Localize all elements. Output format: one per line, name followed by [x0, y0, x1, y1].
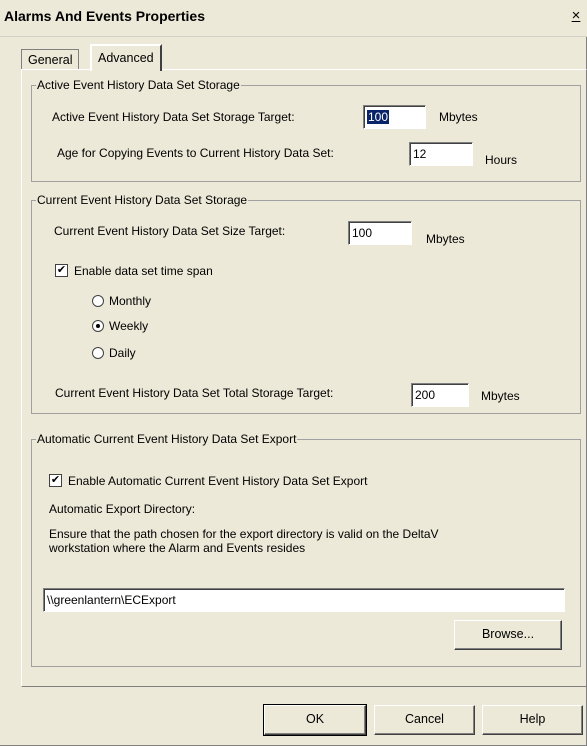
export-directory-label: Automatic Export Directory: — [49, 502, 196, 516]
radio-monthly[interactable] — [92, 295, 104, 307]
cancel-button[interactable]: Cancel — [374, 705, 475, 735]
export-legend: Automatic Current Event History Data Set… — [37, 432, 297, 446]
window-title: Alarms And Events Properties — [4, 8, 205, 24]
age-unit: Hours — [485, 153, 518, 167]
enable-time-span-label[interactable]: Enable data set time span — [74, 264, 213, 278]
radio-weekly-label[interactable]: Weekly — [109, 319, 148, 333]
age-input[interactable]: 12 — [409, 142, 473, 166]
total-target-label: Current Event History Data Set Total Sto… — [55, 386, 334, 400]
size-target-label: Current Event History Data Set Size Targ… — [54, 224, 286, 238]
export-directory-input[interactable]: \\greenlantern\ECExport — [43, 588, 565, 612]
browse-button[interactable]: Browse... — [454, 620, 562, 650]
export-note-line1: Ensure that the path chosen for the expo… — [49, 527, 439, 541]
enable-time-span-checkbox[interactable]: ✔ — [55, 264, 68, 277]
radio-weekly[interactable] — [92, 320, 104, 332]
export-note-line2: workstation where the Alarm and Events r… — [49, 541, 306, 555]
title-bar: Alarms And Events Properties × — [0, 0, 587, 37]
size-target-unit: Mbytes — [426, 232, 465, 246]
total-target-input[interactable]: 200 — [411, 383, 469, 407]
active-history-legend: Active Event History Data Set Storage — [37, 78, 240, 92]
age-label: Age for Copying Events to Current Histor… — [57, 146, 334, 160]
properties-dialog: Alarms And Events Properties × General A… — [0, 0, 587, 746]
radio-selected-dot — [96, 324, 100, 328]
radio-daily[interactable] — [92, 347, 104, 359]
ok-button[interactable]: OK — [263, 704, 367, 736]
active-storage-target-input[interactable]: 100 — [363, 105, 426, 129]
size-target-input[interactable]: 100 — [348, 221, 412, 245]
help-button[interactable]: Help — [482, 705, 583, 735]
tab-advanced[interactable]: Advanced — [90, 44, 162, 71]
enable-export-label[interactable]: Enable Automatic Current Event History D… — [68, 474, 367, 488]
active-storage-target-label: Active Event History Data Set Storage Ta… — [52, 110, 295, 124]
current-history-legend: Current Event History Data Set Storage — [37, 193, 248, 207]
close-icon[interactable]: × — [569, 7, 583, 25]
active-storage-target-value: 100 — [367, 110, 390, 124]
radio-monthly-label[interactable]: Monthly — [109, 294, 151, 308]
tab-general[interactable]: General — [21, 49, 80, 69]
advanced-tab-panel: Active Event History Data Set Storage Ac… — [21, 69, 587, 687]
radio-daily-label[interactable]: Daily — [109, 346, 136, 360]
total-target-unit: Mbytes — [481, 389, 520, 403]
enable-export-checkbox[interactable]: ✔ — [49, 474, 62, 487]
active-storage-target-unit: Mbytes — [439, 110, 478, 124]
